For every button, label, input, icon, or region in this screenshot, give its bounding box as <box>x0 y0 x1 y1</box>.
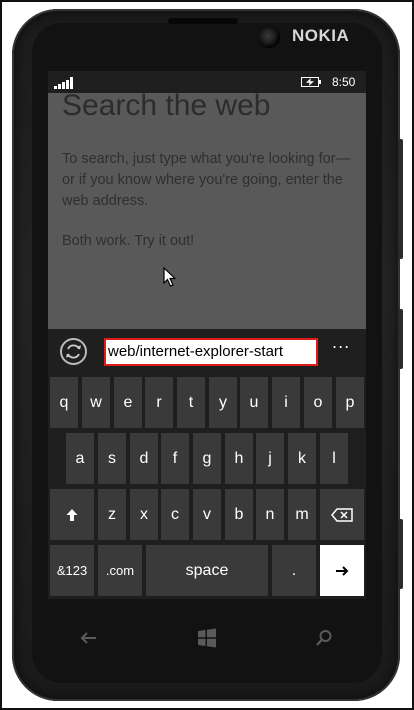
signal-icon <box>54 77 76 89</box>
space-key[interactable]: space <box>146 545 268 596</box>
key-w[interactable]: w <box>82 377 110 428</box>
address-bar: web/internet-explorer-start ... <box>48 329 366 373</box>
brand-logo: NOKIA <box>292 26 350 45</box>
key-c[interactable]: c <box>161 489 189 540</box>
key-a[interactable]: a <box>66 433 94 484</box>
browser-start-page: Search the web To search, just type what… <box>48 89 366 329</box>
key-m[interactable]: m <box>288 489 316 540</box>
key-d[interactable]: d <box>130 433 158 484</box>
back-icon[interactable] <box>75 624 103 652</box>
key-f[interactable]: f <box>161 433 189 484</box>
key-y[interactable]: y <box>209 377 237 428</box>
mouse-pointer-icon <box>163 267 177 287</box>
status-time: 8:50 <box>332 75 356 89</box>
key-e[interactable]: e <box>114 377 142 428</box>
volume-button[interactable] <box>398 139 403 259</box>
key-j[interactable]: j <box>256 433 284 484</box>
backspace-key[interactable] <box>320 489 364 540</box>
key-t[interactable]: t <box>177 377 205 428</box>
backspace-icon <box>331 507 353 522</box>
key-l[interactable]: l <box>320 433 348 484</box>
key-z[interactable]: z <box>98 489 126 540</box>
front-camera-icon <box>258 26 280 48</box>
dotcom-key[interactable]: .com <box>98 545 142 596</box>
shift-key[interactable] <box>50 489 94 540</box>
camera-button[interactable] <box>398 519 403 589</box>
page-description: To search, just type what you're looking… <box>62 151 351 209</box>
symbols-key[interactable]: &123 <box>50 545 94 596</box>
key-i[interactable]: i <box>272 377 300 428</box>
battery-charging-icon <box>301 76 321 88</box>
key-u[interactable]: u <box>240 377 268 428</box>
earpiece <box>168 18 238 24</box>
url-input[interactable]: web/internet-explorer-start <box>104 338 318 366</box>
key-q[interactable]: q <box>50 377 78 428</box>
enter-arrow-icon <box>336 565 349 576</box>
key-v[interactable]: v <box>193 489 221 540</box>
key-g[interactable]: g <box>193 433 221 484</box>
more-options-button[interactable]: ... <box>332 333 350 352</box>
key-n[interactable]: n <box>256 489 284 540</box>
page-title: Search the web <box>62 89 271 122</box>
key-r[interactable]: r <box>145 377 173 428</box>
shift-arrow-icon <box>66 508 78 521</box>
key-h[interactable]: h <box>225 433 253 484</box>
page-tagline: Both work. Try it out! <box>62 233 195 249</box>
key-k[interactable]: k <box>288 433 316 484</box>
key-x[interactable]: x <box>130 489 158 540</box>
power-button[interactable] <box>398 309 403 369</box>
key-b[interactable]: b <box>225 489 253 540</box>
search-icon[interactable] <box>310 624 338 652</box>
on-screen-keyboard: q w e r t y u i o p a s d f g h j k l z … <box>48 373 366 599</box>
key-o[interactable]: o <box>304 377 332 428</box>
enter-key[interactable] <box>320 545 364 596</box>
period-key[interactable]: . <box>272 545 316 596</box>
key-s[interactable]: s <box>98 433 126 484</box>
key-p[interactable]: p <box>336 377 364 428</box>
refresh-icon[interactable] <box>60 338 87 365</box>
screen: 8:50 Search the web To search, just type… <box>48 71 366 599</box>
windows-start-icon[interactable] <box>193 624 221 652</box>
